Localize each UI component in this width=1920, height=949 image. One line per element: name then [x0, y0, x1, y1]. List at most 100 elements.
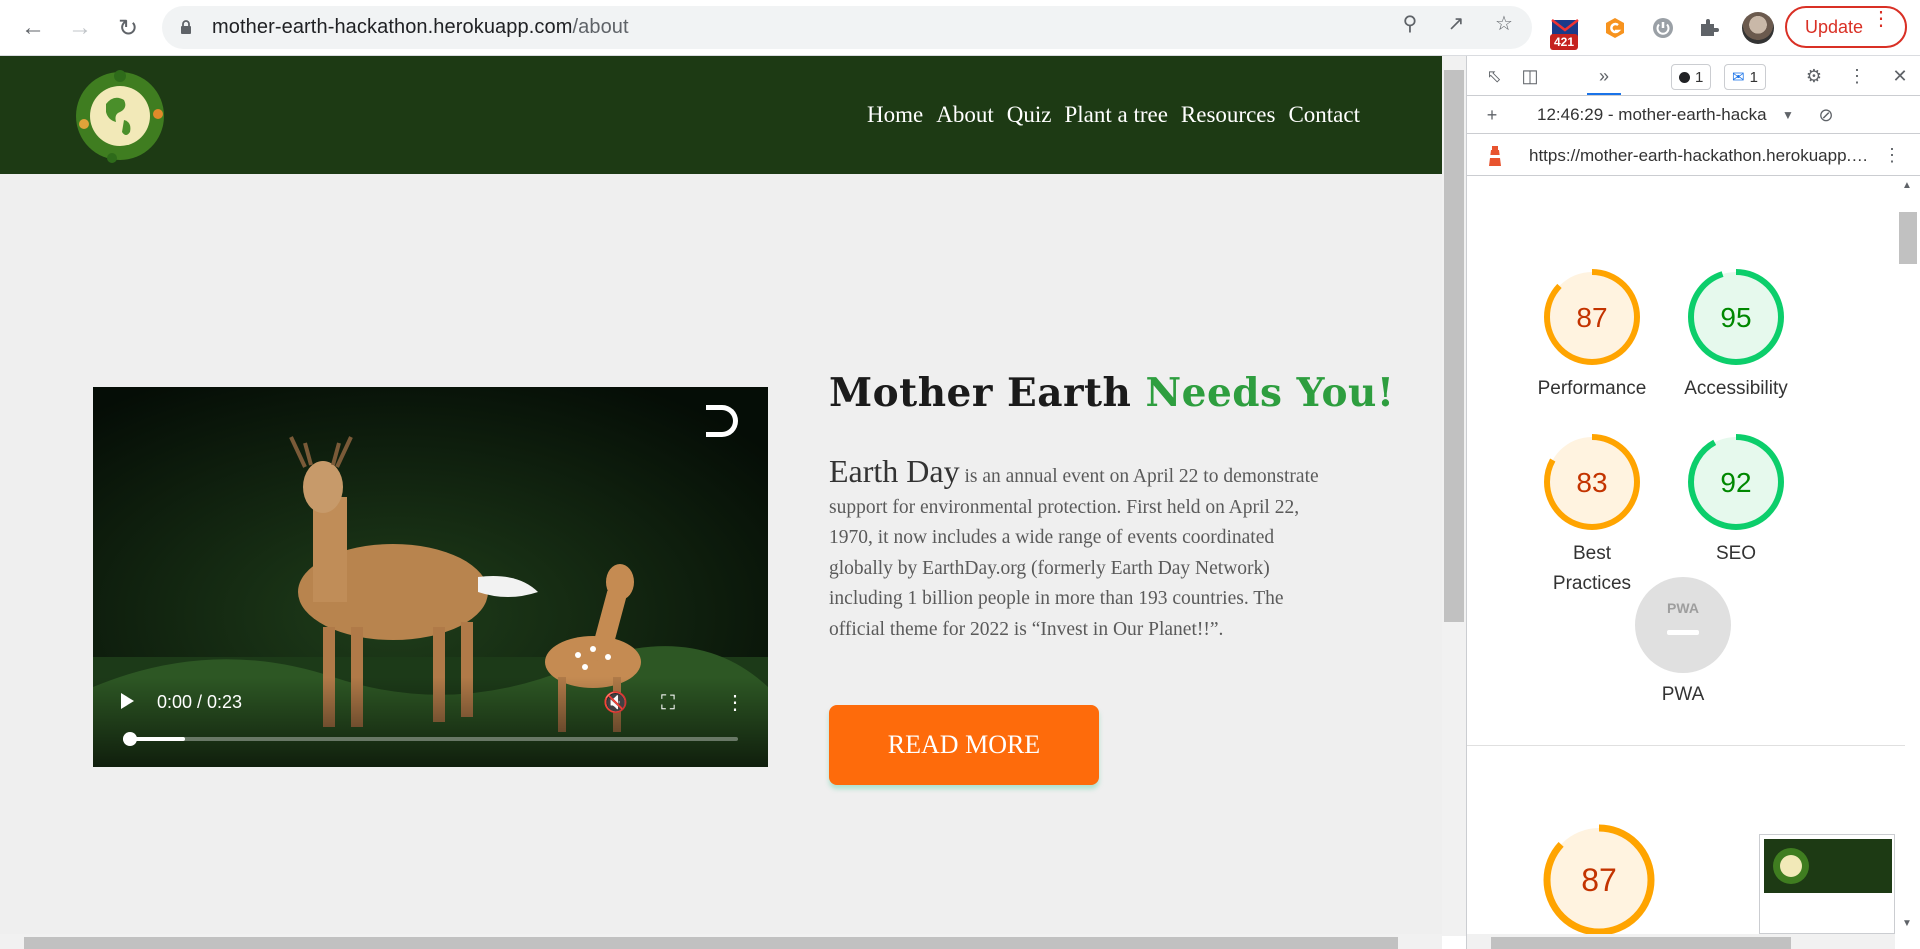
url-text: mother-earth-hackathon.herokuapp.com/abo…: [212, 16, 629, 39]
devtools-vertical-scrollbar[interactable]: ▲ ▼: [1895, 176, 1920, 936]
more-tabs-icon[interactable]: »: [1591, 64, 1617, 88]
power-extension-icon[interactable]: [1648, 13, 1678, 43]
profile-avatar[interactable]: [1742, 12, 1774, 44]
page-vertical-scrollbar[interactable]: [1442, 56, 1466, 936]
score-value: 83: [1576, 467, 1607, 498]
headline-part1: Mother Earth: [829, 370, 1146, 416]
devtools-horizontal-scrollbar[interactable]: [1467, 934, 1895, 949]
error-dot-icon: [1679, 71, 1690, 83]
score-gauge[interactable]: 87: [1543, 268, 1641, 366]
scroll-up-arrow-icon[interactable]: ▲: [1902, 180, 1912, 191]
score-gauge[interactable]: 95: [1687, 268, 1785, 366]
earth-logo-icon[interactable]: [72, 68, 168, 164]
url-host: mother-earth-hackathon.herokuapp.com: [212, 16, 573, 38]
lighthouse-icon: [1489, 146, 1501, 166]
lighthouse-url: https://mother-earth-hackathon.herokuapp…: [1529, 146, 1869, 165]
lock-icon: [181, 20, 191, 34]
message-icon: ✉: [1732, 69, 1745, 86]
site-nav: Home About Quiz Plant a tree Resources C…: [867, 102, 1360, 128]
close-devtools-icon[interactable]: ✕: [1887, 64, 1913, 88]
more-menu-icon[interactable]: ⋮: [1871, 9, 1891, 29]
score-label: Accessibility: [1684, 378, 1788, 399]
score-gauge[interactable]: 83: [1543, 433, 1641, 531]
reload-icon[interactable]: ↻: [111, 11, 145, 45]
thumbnail-header: [1764, 839, 1892, 893]
pwa-label: PWA: [1661, 684, 1705, 705]
extensions-puzzle-icon[interactable]: [1694, 13, 1724, 43]
page-vertical-scroll-thumb[interactable]: [1444, 70, 1464, 622]
performance-gauge-lower[interactable]: 87: [1543, 824, 1655, 936]
video-player[interactable]: 0:00 / 0:23 🔇 ⛶ ⋮: [93, 387, 768, 767]
lighthouse-menu-icon[interactable]: ⋮: [1879, 143, 1905, 167]
address-bar[interactable]: mother-earth-hackathon.herokuapp.com/abo…: [162, 6, 1532, 49]
zoom-icon[interactable]: ⚲: [1398, 11, 1422, 35]
settings-gear-icon[interactable]: ⚙: [1801, 64, 1827, 88]
scroll-down-arrow-icon[interactable]: ▼: [1902, 918, 1912, 929]
lighthouse-report-bar: + 12:46:29 - mother-earth-hacka ▼ ⊘: [1467, 96, 1920, 134]
muted-volume-icon[interactable]: 🔇: [603, 690, 628, 715]
mail-badge: 421: [1550, 34, 1579, 50]
video-scrubber[interactable]: [123, 732, 137, 746]
share-icon[interactable]: ↗: [1444, 11, 1468, 35]
pwa-gauge[interactable]: PWA: [1634, 576, 1732, 674]
new-report-plus-icon[interactable]: +: [1479, 103, 1505, 127]
forward-icon[interactable]: →: [63, 11, 97, 45]
page-viewport: Home About Quiz Plant a tree Resources C…: [0, 56, 1442, 936]
about-paragraph: Earth Day is an annual event on April 22…: [829, 453, 1335, 645]
score-label: Best Practices: [1552, 543, 1632, 594]
fullscreen-icon[interactable]: ⛶: [661, 692, 675, 715]
nav-plant-a-tree[interactable]: Plant a tree: [1064, 102, 1167, 128]
bookmark-star-icon[interactable]: ☆: [1492, 11, 1516, 35]
play-icon[interactable]: [121, 693, 134, 709]
devtools-vertical-scroll-thumb[interactable]: [1899, 212, 1917, 264]
update-label: Update: [1805, 16, 1864, 37]
page-horizontal-scrollbar[interactable]: [0, 934, 1442, 949]
score-label: Performance: [1537, 378, 1647, 399]
score-value: 95: [1720, 302, 1751, 333]
errors-count: 1: [1695, 68, 1704, 86]
report-selector[interactable]: 12:46:29 - mother-earth-hacka: [1537, 105, 1777, 125]
page-screenshot-thumbnail[interactable]: [1759, 834, 1895, 934]
earth-day-lead: Earth Day: [829, 453, 960, 489]
page-horizontal-scroll-thumb[interactable]: [24, 937, 1398, 949]
active-tab-indicator: [1587, 93, 1621, 95]
nav-resources[interactable]: Resources: [1181, 102, 1276, 128]
update-button[interactable]: Update ⋮: [1785, 6, 1907, 48]
video-progress-track[interactable]: [123, 737, 738, 741]
thumbnail-logo-icon: [1773, 848, 1809, 884]
url-path: /about: [572, 16, 629, 38]
browser-toolbar: ← → ↻ mother-earth-hackathon.herokuapp.c…: [0, 0, 1920, 56]
score-value: 92: [1720, 467, 1751, 498]
devtools-panel: ⬁ ◫ » 1 ✉ 1 ⚙ ⋮ ✕ + 12:46:29 - mother-ear…: [1466, 56, 1920, 949]
nav-about[interactable]: About: [936, 102, 994, 128]
devtools-toolbar: ⬁ ◫ » 1 ✉ 1 ⚙ ⋮ ✕: [1467, 56, 1920, 96]
read-more-button[interactable]: READ MORE: [829, 705, 1099, 785]
messages-count: 1: [1749, 68, 1758, 86]
video-controls: [93, 677, 768, 767]
grammarly-extension-icon[interactable]: [1600, 13, 1630, 43]
nav-home[interactable]: Home: [867, 102, 923, 128]
report-dropdown-icon[interactable]: ▼: [1775, 103, 1801, 127]
pwa-badge-text: PWA: [1667, 600, 1699, 616]
about-body: is an annual event on April 22 to demons…: [829, 466, 1319, 640]
messages-counter[interactable]: ✉ 1: [1724, 64, 1766, 90]
lower-score-value: 87: [1581, 862, 1617, 898]
video-time: 0:00 / 0:23: [157, 692, 243, 712]
page-headline: Mother Earth Needs You!: [829, 370, 1395, 416]
devtools-horizontal-scroll-thumb[interactable]: [1491, 937, 1791, 949]
back-icon[interactable]: ←: [16, 11, 50, 45]
nav-contact[interactable]: Contact: [1288, 102, 1360, 128]
score-label: SEO: [1715, 543, 1757, 564]
score-gauge[interactable]: 92: [1687, 433, 1785, 531]
lighthouse-divider: [1467, 745, 1905, 746]
nav-quiz[interactable]: Quiz: [1007, 102, 1052, 128]
score-value: 87: [1576, 302, 1607, 333]
errors-counter[interactable]: 1: [1671, 64, 1712, 90]
clear-reports-icon[interactable]: ⊘: [1813, 103, 1839, 127]
report-label: 12:46:29 - mother-earth-hacka: [1537, 105, 1767, 124]
headline-part2: Needs You!: [1145, 370, 1395, 416]
inspect-element-icon[interactable]: ⬁: [1481, 64, 1507, 88]
devtools-menu-icon[interactable]: ⋮: [1844, 64, 1870, 88]
device-toolbar-icon[interactable]: ◫: [1517, 64, 1543, 88]
video-more-icon[interactable]: ⋮: [725, 690, 745, 715]
